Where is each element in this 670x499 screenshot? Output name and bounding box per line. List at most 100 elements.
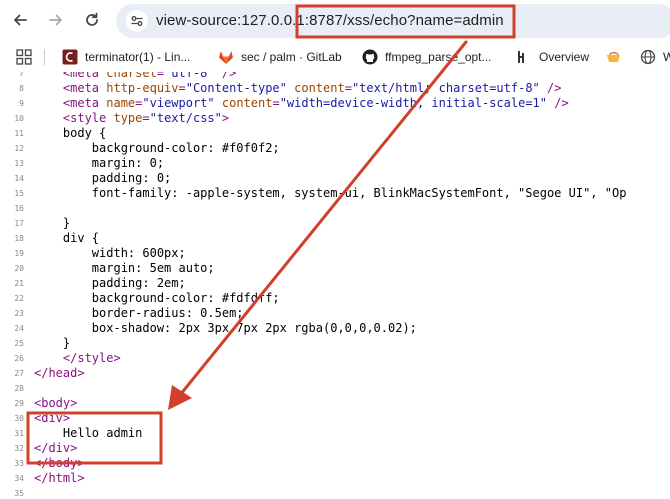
bookmark-ffmpeg[interactable]: ffmpeg_parse_opt... (362, 42, 492, 72)
url-text[interactable]: view-source:127.0.0.1:8787/xss/echo?name… (156, 12, 504, 29)
overview-favicon (516, 49, 532, 65)
line-number: 35 (14, 489, 24, 498)
site-info-button[interactable] (126, 10, 148, 32)
source-code: div { (34, 231, 99, 246)
source-code: Hello admin (34, 426, 142, 441)
code-token: border-radius: 0.5em; (34, 306, 244, 320)
code-token: "text/css" (149, 111, 222, 125)
code-token: background-color: #fdfdff; (34, 291, 280, 305)
gitlab-favicon (218, 49, 234, 65)
source-line: 24 box-shadow: 2px 3px 7px 2px rgba(0,0,… (0, 321, 670, 336)
source-code: </html> (34, 471, 85, 486)
code-token: width: 600px; (34, 246, 186, 260)
source-line: 27 </head> (0, 366, 670, 381)
source-line: 13 margin: 0; (0, 156, 670, 171)
code-token: = (156, 72, 165, 80)
line-number: 7 (19, 72, 24, 78)
code-token: name (106, 96, 136, 110)
code-token: <div> (34, 411, 71, 425)
source-line: 28 (0, 381, 670, 396)
line-number: 29 (14, 399, 24, 408)
code-token: "width=device-width, initial-scale=1" (279, 96, 547, 110)
github-favicon (362, 49, 378, 65)
code-token: = (344, 81, 352, 95)
code-token: Hello admin (34, 426, 143, 440)
terminator-favicon (62, 49, 78, 65)
source-code: background-color: #f0f0f2; (34, 141, 280, 156)
bookmark-label: sec / palm · GitLab (241, 50, 342, 64)
code-token: margin: 5em auto; (34, 261, 215, 275)
bookmark-label: W (663, 50, 670, 64)
source-line: 9 <meta name="viewport" content="width=d… (0, 96, 670, 111)
code-token: </style> (34, 351, 121, 365)
source-code: box-shadow: 2px 3px 7px 2px rgba(0,0,0,0… (34, 321, 417, 336)
source-line: 7 <meta charset="utf-8" /> (0, 72, 670, 81)
code-token: margin: 0; (34, 156, 165, 170)
bookmark-label: terminator(1) - Lin... (85, 50, 191, 64)
code-token: </head> (34, 366, 85, 380)
browser-toolbar: view-source:127.0.0.1:8787/xss/echo?name… (0, 0, 670, 42)
line-number: 14 (14, 174, 24, 183)
bookmark-icon-only[interactable] (606, 42, 629, 72)
source-code: border-radius: 0.5em; (34, 306, 244, 321)
source-code: </style> (34, 351, 121, 366)
source-line: 29 <body> (0, 396, 670, 411)
source-line: 26 </style> (0, 351, 670, 366)
source-line: 8 <meta http-equiv="Content-type" conten… (0, 81, 670, 96)
forward-button[interactable] (42, 6, 70, 34)
code-token: </html> (34, 471, 85, 485)
code-token: div { (34, 231, 100, 245)
bookmark-w[interactable]: W (640, 42, 670, 72)
line-number: 12 (14, 144, 24, 153)
source-code: <meta name="viewport" content="width=dev… (34, 96, 569, 111)
bookmark-overview[interactable]: Overview (516, 42, 589, 72)
source-code: body { (34, 126, 106, 141)
source-code: <div> (34, 411, 70, 426)
source-code: </head> (34, 366, 85, 381)
view-source-content: 7 <meta charset="utf-8" /> 8 <meta http-e… (0, 72, 670, 499)
reload-button[interactable] (78, 6, 106, 34)
line-number: 15 (14, 189, 24, 198)
source-code: background-color: #fdfdff; (34, 291, 280, 306)
code-token: /> (547, 96, 569, 110)
bookmark-terminator[interactable]: terminator(1) - Lin... (62, 42, 190, 72)
bookmark-label: ffmpeg_parse_opt... (385, 50, 492, 64)
source-code: <meta http-equiv="Content-type" content=… (34, 81, 562, 96)
code-token: content (294, 81, 345, 95)
source-code: <meta charset="utf-8" /> (34, 72, 236, 81)
site-info-icon (131, 16, 143, 26)
line-number: 33 (14, 459, 24, 468)
line-number: 17 (14, 219, 24, 228)
source-code: } (34, 216, 70, 231)
source-code: </div> (34, 441, 77, 456)
code-token: = (178, 81, 186, 95)
source-code: padding: 2em; (34, 276, 186, 291)
code-token: } (34, 216, 71, 230)
code-token: box-shadow: 2px 3px 7px 2px rgba(0,0,0,0… (34, 321, 417, 335)
back-button[interactable] (6, 6, 34, 34)
source-line: 10 <style type="text/css"> (0, 111, 670, 126)
code-token: padding: 2em; (34, 276, 186, 290)
line-number: 27 (14, 369, 24, 378)
line-number: 26 (14, 354, 24, 363)
line-number: 25 (14, 339, 24, 348)
bookmark-gitlab[interactable]: sec / palm · GitLab (218, 42, 342, 72)
forward-arrow-icon (49, 14, 62, 26)
code-token: </body> (34, 456, 85, 470)
source-line: 30 <div> (0, 411, 670, 426)
line-number: 31 (14, 429, 24, 438)
line-number: 32 (14, 444, 24, 453)
code-token: type (113, 111, 143, 125)
source-line: 32 </div> (0, 441, 670, 456)
code-token: /> (539, 81, 562, 95)
source-line: 20 margin: 5em auto; (0, 261, 670, 276)
source-line: 25 } (0, 336, 670, 351)
line-number: 19 (14, 249, 24, 258)
line-number: 21 (14, 279, 24, 288)
code-token: <meta (34, 96, 107, 110)
bookmark-separator (44, 42, 45, 72)
source-line: 14 padding: 0; (0, 171, 670, 186)
address-bar[interactable]: view-source:127.0.0.1:8787/xss/echo?name… (116, 4, 670, 38)
line-number: 16 (14, 204, 24, 213)
apps-button[interactable] (16, 42, 32, 72)
